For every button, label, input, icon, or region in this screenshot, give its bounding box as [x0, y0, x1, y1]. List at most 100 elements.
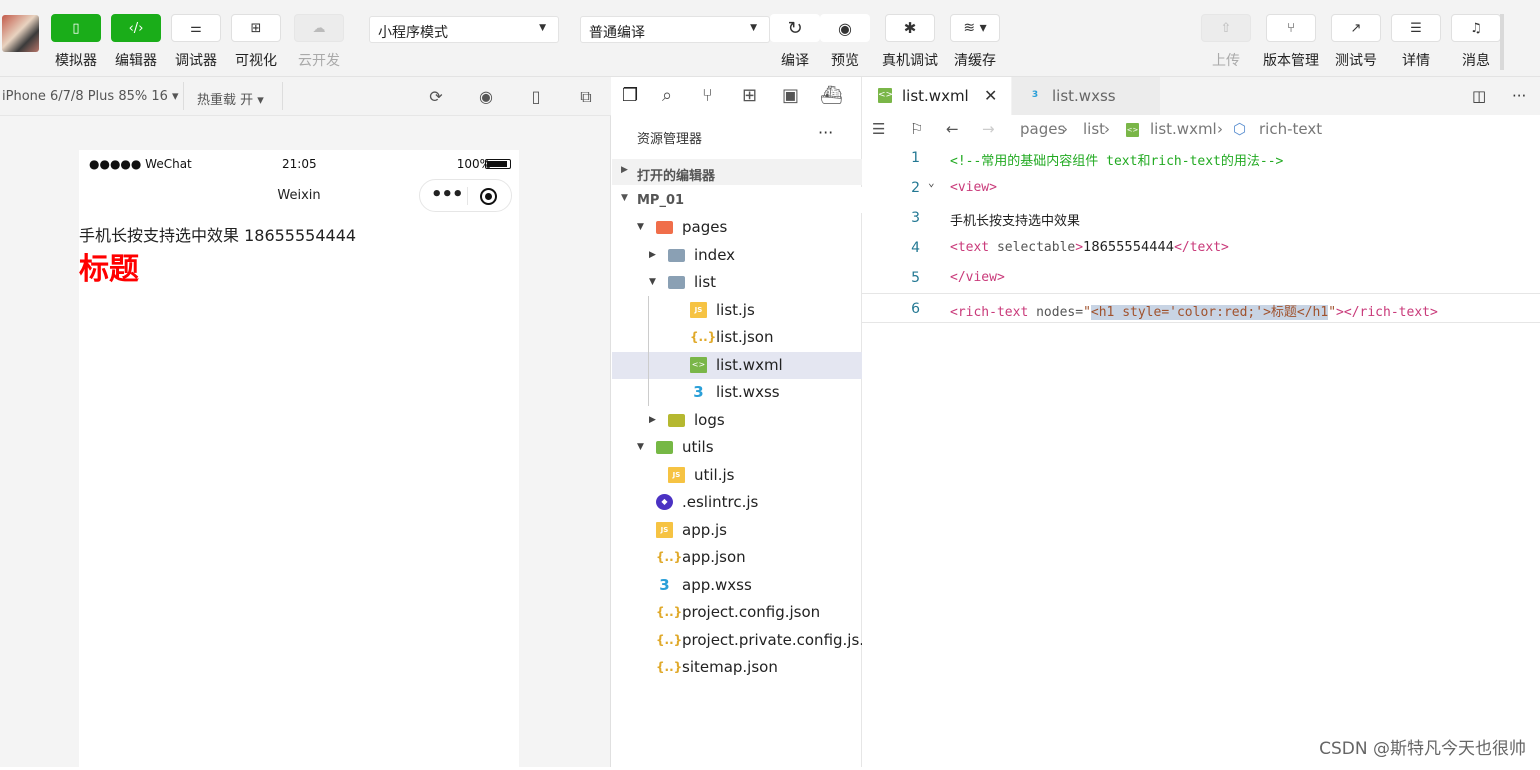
details-button[interactable]: ☰ 详情: [1386, 14, 1446, 70]
search-icon[interactable]: ⌕: [662, 85, 672, 106]
eslint-icon: ◆: [656, 494, 673, 510]
simulator-button[interactable]: ▯ 模拟器: [46, 14, 106, 70]
forward-arrow-icon[interactable]: →: [982, 120, 995, 138]
chevron-down-icon[interactable]: ▼: [649, 277, 656, 287]
tree-item[interactable]: {..}project.config.json: [612, 599, 862, 626]
tree-item[interactable]: ▼ list: [612, 269, 862, 296]
files-icon[interactable]: ❐: [622, 85, 638, 106]
record-icon[interactable]: ◉: [476, 87, 496, 107]
extensions-icon[interactable]: ⊞: [742, 85, 757, 106]
version-button[interactable]: ⑂ 版本管理: [1261, 14, 1321, 70]
more-icon[interactable]: ···: [1512, 87, 1526, 105]
line-number: 5: [900, 270, 920, 286]
tree-item[interactable]: {..}sitemap.json: [612, 654, 862, 681]
tree-item[interactable]: ▼utils: [612, 434, 862, 461]
code-token: 手机长按支持选中效果: [950, 214, 1080, 229]
compile-select[interactable]: 普通编译 ▼: [580, 16, 770, 43]
close-miniprogram-icon[interactable]: [480, 188, 497, 205]
tree-item[interactable]: JSutil.js: [612, 462, 862, 489]
code-line[interactable]: 4<text selectable>18655554444</text>: [862, 233, 1540, 263]
more-dots-icon[interactable]: •••: [431, 184, 463, 205]
upload-button[interactable]: ⇧ 上传: [1196, 14, 1256, 70]
detach-window-icon[interactable]: ⧉: [576, 87, 596, 107]
tree-item[interactable]: JSlist.js: [612, 297, 862, 324]
chevron-right-icon[interactable]: ▶: [649, 250, 656, 260]
cloud-button[interactable]: ☁ 云开发: [289, 14, 349, 70]
avatar[interactable]: [2, 15, 39, 52]
more-icon[interactable]: ···: [818, 123, 833, 142]
tree-item[interactable]: ▶ index: [612, 242, 862, 269]
back-arrow-icon[interactable]: ←: [946, 120, 959, 138]
breadcrumb-file[interactable]: list.wxml: [1150, 120, 1217, 138]
status-carrier: ●●●●● WeChat: [89, 157, 192, 171]
tree-item[interactable]: {..}project.private.config.js...: [612, 627, 862, 654]
tree-item[interactable]: ▼ pages: [612, 214, 862, 241]
breadcrumb: ☰ ⚐ ← → pages › list › <> list.wxml › ⬡ …: [862, 115, 1540, 143]
code-token: <view>: [950, 180, 997, 195]
tab-list-wxss[interactable]: 3 list.wxss: [1012, 77, 1160, 115]
device-select[interactable]: iPhone 6/7/8 Plus 85% 16 ▾: [2, 89, 179, 104]
docker-icon[interactable]: ⛴: [820, 85, 843, 106]
editor-label: 编辑器: [106, 50, 166, 70]
tree-item-label: pages: [682, 218, 727, 236]
tree-item[interactable]: {..}app.json: [612, 544, 862, 571]
rotate-icon[interactable]: ⟳: [426, 87, 446, 107]
code-line[interactable]: 6<rich-text nodes="<h1 style='color:red;…: [862, 293, 1540, 323]
outline-icon[interactable]: ☰: [872, 120, 885, 138]
close-icon[interactable]: ✕: [984, 86, 997, 105]
messages-button[interactable]: ♫ 消息: [1446, 14, 1506, 70]
divider: [282, 82, 283, 110]
simulator-toolbar: iPhone 6/7/8 Plus 85% 16 ▾ 热重载 开 ▾ ⟳ ◉ ▯…: [0, 77, 611, 116]
code-line[interactable]: 5</view>: [862, 263, 1540, 293]
preview-button[interactable]: ◉ 预览: [815, 14, 875, 70]
fold-chevron-icon[interactable]: ⌄: [928, 176, 935, 189]
layout-icon: ⊞: [251, 21, 262, 36]
selectable-text[interactable]: 手机长按支持选中效果 18655554444: [79, 222, 356, 246]
capsule-menu[interactable]: •••: [419, 179, 512, 212]
menu-icon: ☰: [1410, 21, 1422, 36]
hot-reload-toggle[interactable]: 热重载 开 ▾: [197, 89, 264, 108]
toolbar-scrollbar[interactable]: [1500, 14, 1504, 70]
tree-item-label: list.wxml: [716, 356, 783, 374]
breadcrumb-element[interactable]: rich-text: [1259, 120, 1322, 138]
chevron-down-icon[interactable]: ▼: [637, 442, 644, 452]
breadcrumb-list[interactable]: list: [1083, 120, 1105, 138]
tree-item[interactable]: <>list.wxml: [612, 352, 862, 379]
split-editor-icon[interactable]: ◫: [1472, 87, 1486, 105]
storage-icon[interactable]: ▣: [782, 85, 799, 106]
chevron-right-icon[interactable]: ▶: [649, 415, 656, 425]
code-line[interactable]: 2⌄<view>: [862, 173, 1540, 203]
divider: [467, 187, 468, 205]
tree-item-label: list: [694, 273, 716, 291]
open-editors-section[interactable]: ▶ 打开的编辑器: [612, 159, 862, 185]
file-explorer: ❐ ⌕ ⑂ ⊞ ▣ ⛴ 资源管理器 ··· ▶ 打开的编辑器 ▼ MP_01 ▼…: [612, 77, 862, 767]
tree-item-label: list.json: [716, 328, 773, 346]
bookmark-icon[interactable]: ⚐: [910, 120, 923, 138]
clear-cache-button[interactable]: ≋ ▾ 清缓存: [945, 14, 1005, 70]
source-control-icon[interactable]: ⑂: [702, 85, 713, 106]
phone-icon[interactable]: ▯: [526, 87, 546, 107]
tree-item[interactable]: ▶logs: [612, 407, 862, 434]
mode-select[interactable]: 小程序模式 ▼: [369, 16, 559, 43]
visual-button[interactable]: ⊞ 可视化: [226, 14, 286, 70]
debugger-button[interactable]: ⚌ 调试器: [166, 14, 226, 70]
chevron-down-icon[interactable]: ▼: [637, 222, 644, 232]
tab-list-wxml[interactable]: <> list.wxml ✕: [862, 77, 1011, 115]
editor-button[interactable]: ‹/› 编辑器: [106, 14, 166, 70]
tree-item[interactable]: 3list.wxss: [612, 379, 862, 406]
project-section[interactable]: ▼ MP_01: [612, 187, 862, 213]
tree-item-label: index: [694, 246, 735, 264]
details-label: 详情: [1386, 50, 1446, 70]
tree-item[interactable]: ◆.eslintrc.js: [612, 489, 862, 516]
breadcrumb-pages[interactable]: pages: [1020, 120, 1065, 138]
external-link-icon: ↗: [1351, 21, 1362, 36]
code-line[interactable]: 1<!--常用的基础内容组件 text和rich-text的用法-->: [862, 143, 1540, 173]
remote-debug-button[interactable]: ✱ 真机调试: [879, 14, 941, 70]
test-account-button[interactable]: ↗ 测试号: [1326, 14, 1386, 70]
tree-item[interactable]: JSapp.js: [612, 517, 862, 544]
tree-item[interactable]: {..}list.json: [612, 324, 862, 351]
js-file-icon: JS: [690, 302, 707, 318]
tree-item[interactable]: 3app.wxss: [612, 572, 862, 599]
code-line[interactable]: 3手机长按支持选中效果: [862, 203, 1540, 233]
chevron-right-icon: ›: [1217, 120, 1223, 138]
